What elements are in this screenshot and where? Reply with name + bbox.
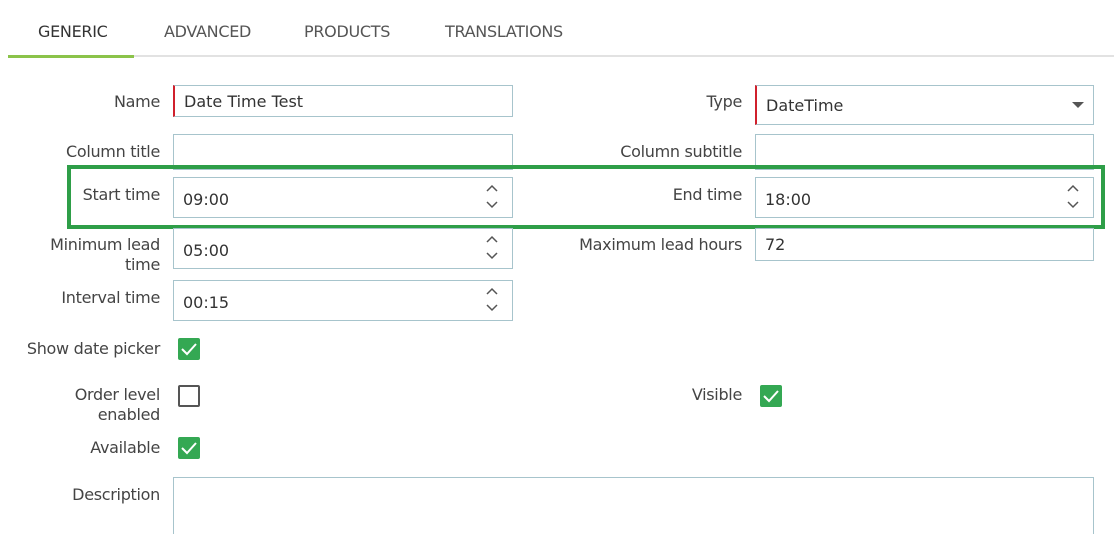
minimum-lead-time-label: Minimum lead time: [30, 235, 160, 275]
description-label: Description: [72, 485, 160, 504]
order-level-enabled-checkbox[interactable]: [178, 385, 200, 407]
maximum-lead-hours-input[interactable]: 72: [755, 228, 1094, 261]
minimum-lead-time-label-line1: Minimum lead: [50, 235, 160, 254]
column-subtitle-label: Column subtitle: [620, 142, 742, 161]
tab-products[interactable]: PRODUCTS: [304, 22, 390, 58]
name-label: Name: [113, 92, 160, 111]
end-time-input[interactable]: 18:00: [755, 177, 1094, 218]
available-checkbox[interactable]: [178, 437, 200, 459]
show-date-picker-checkbox[interactable]: [178, 338, 200, 360]
type-label: Type: [706, 92, 742, 111]
visible-label: Visible: [691, 385, 742, 404]
spinner-arrows-icon[interactable]: [1067, 184, 1079, 210]
minimum-lead-time-input[interactable]: 05:00: [173, 228, 513, 269]
end-time-label: End time: [672, 185, 743, 204]
order-level-enabled-label-line1: Order level: [74, 385, 161, 404]
maximum-lead-hours-label: Maximum lead hours: [579, 235, 742, 254]
interval-time-label: Interval time: [61, 288, 160, 307]
maximum-lead-hours-value: 72: [765, 235, 786, 254]
available-label: Available: [90, 438, 160, 457]
type-select[interactable]: DateTime: [755, 85, 1094, 125]
start-time-label: Start time: [82, 185, 161, 204]
name-input[interactable]: Date Time Test: [173, 85, 513, 117]
spinner-arrows-icon[interactable]: [486, 184, 498, 210]
type-select-value: DateTime: [766, 96, 844, 115]
column-title-input[interactable]: [173, 134, 513, 170]
description-textarea[interactable]: [173, 477, 1094, 534]
spinner-arrows-icon[interactable]: [486, 235, 498, 261]
start-time-input[interactable]: 09:00: [173, 177, 513, 218]
visible-checkbox[interactable]: [760, 385, 782, 407]
tab-translations[interactable]: TRANSLATIONS: [445, 22, 563, 58]
tab-generic[interactable]: GENERIC: [38, 22, 108, 58]
checkmark-icon: [181, 442, 197, 455]
end-time-value: 18:00: [765, 190, 812, 209]
order-level-enabled-label-line2: enabled: [97, 405, 161, 424]
tab-advanced[interactable]: ADVANCED: [164, 22, 251, 58]
checkmark-icon: [181, 343, 197, 356]
show-date-picker-label: Show date picker: [26, 339, 160, 358]
start-time-value: 09:00: [183, 190, 230, 209]
chevron-down-icon: [1072, 102, 1084, 108]
active-tab-indicator: [8, 55, 134, 58]
minimum-lead-time-label-line2: time: [125, 255, 160, 274]
order-level-enabled-label: Order level enabled: [30, 385, 161, 425]
name-input-value: Date Time Test: [184, 92, 304, 111]
tab-bar: GENERIC ADVANCED PRODUCTS TRANSLATIONS: [0, 0, 1120, 58]
spinner-arrows-icon[interactable]: [486, 287, 498, 313]
checkmark-icon: [763, 390, 779, 403]
interval-time-value: 00:15: [183, 293, 230, 312]
column-title-label: Column title: [65, 142, 160, 161]
column-subtitle-input[interactable]: [755, 134, 1094, 170]
interval-time-input[interactable]: 00:15: [173, 280, 513, 321]
minimum-lead-time-value: 05:00: [183, 241, 230, 260]
